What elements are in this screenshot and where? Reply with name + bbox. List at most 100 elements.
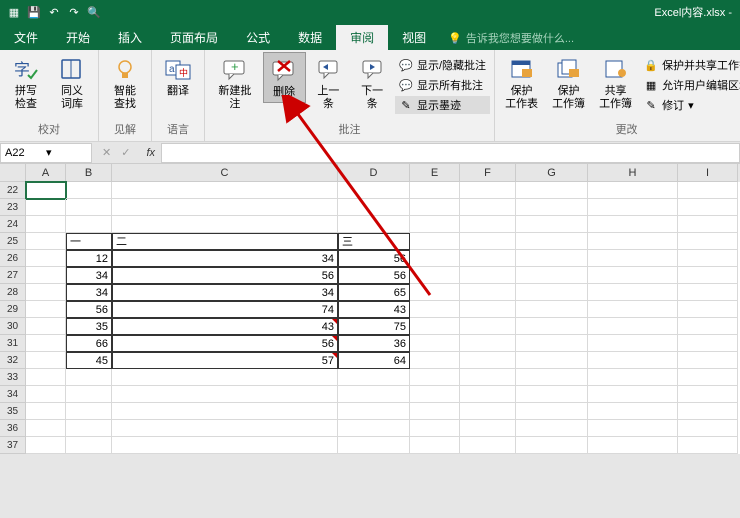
cell[interactable] [516,403,588,420]
cell[interactable] [66,386,112,403]
cell[interactable] [66,199,112,216]
cell[interactable]: 56 [338,250,410,267]
col-header-h[interactable]: H [588,164,678,182]
cell[interactable] [338,182,410,199]
cell[interactable]: 35 [66,318,112,335]
cell[interactable]: 66 [66,335,112,352]
cell[interactable]: 56 [338,267,410,284]
formula-bar[interactable] [161,143,740,163]
cell[interactable] [460,369,516,386]
redo-icon[interactable]: ↷ [66,4,82,20]
cell[interactable] [588,284,678,301]
select-all-corner[interactable] [0,164,26,182]
cancel-formula-icon[interactable]: ✕ [102,146,111,159]
cell[interactable] [588,335,678,352]
accept-formula-icon[interactable]: ✓ [121,146,130,159]
cell[interactable] [410,216,460,233]
cell[interactable] [66,437,112,454]
cell[interactable] [678,403,738,420]
cell[interactable]: 74 [112,301,338,318]
tab-data[interactable]: 数据 [284,25,336,50]
cell[interactable] [26,369,66,386]
chevron-down-icon[interactable]: ▾ [46,146,87,159]
col-header-c[interactable]: C [112,164,338,182]
cell[interactable] [66,182,112,199]
col-header-d[interactable]: D [338,164,410,182]
cell[interactable] [516,420,588,437]
tab-layout[interactable]: 页面布局 [156,25,232,50]
cell[interactable]: 56 [112,335,338,352]
track-changes-button[interactable]: ✎修订 ▾ [640,96,740,114]
cell[interactable]: 43 [338,301,410,318]
cell[interactable] [410,386,460,403]
undo-icon[interactable]: ↶ [46,4,62,20]
cell[interactable] [26,216,66,233]
thesaurus-button[interactable]: 同义词库 [50,52,94,114]
cell[interactable]: 34 [112,284,338,301]
cell[interactable] [460,420,516,437]
cell[interactable]: 64 [338,352,410,369]
cell[interactable] [516,335,588,352]
allow-ranges-button[interactable]: ▦允许用户编辑区域 [640,76,740,94]
cell[interactable] [338,369,410,386]
cell[interactable]: 43 [112,318,338,335]
cell[interactable] [26,386,66,403]
cell[interactable] [410,352,460,369]
cell[interactable] [410,335,460,352]
cell[interactable] [112,216,338,233]
cell[interactable]: 二 [112,233,338,250]
tab-insert[interactable]: 插入 [104,25,156,50]
cell[interactable] [410,284,460,301]
cell[interactable] [460,403,516,420]
cell[interactable] [678,199,738,216]
row-header[interactable]: 23 [0,199,26,216]
cell[interactable] [410,199,460,216]
tab-view[interactable]: 视图 [388,25,440,50]
cell[interactable] [66,216,112,233]
toggle-comment-button[interactable]: 💬显示/隐藏批注 [395,56,490,74]
cell[interactable] [516,437,588,454]
cell[interactable] [588,301,678,318]
cell[interactable] [678,386,738,403]
cell[interactable]: 一 [66,233,112,250]
name-box[interactable]: A22 ▾ [0,143,92,163]
cell[interactable] [678,437,738,454]
cell[interactable] [26,284,66,301]
cell[interactable] [112,199,338,216]
tab-review[interactable]: 审阅 [336,25,388,50]
cell[interactable] [66,403,112,420]
cell[interactable] [588,403,678,420]
cell[interactable] [26,250,66,267]
protect-workbook-button[interactable]: 保护 工作簿 [546,52,591,114]
row-header[interactable]: 37 [0,437,26,454]
share-workbook-button[interactable]: 共享 工作簿 [593,52,638,114]
next-comment-button[interactable]: 下一条 [351,52,393,114]
cell[interactable] [112,420,338,437]
cell[interactable] [26,420,66,437]
cell[interactable] [26,437,66,454]
cell[interactable] [588,233,678,250]
cell[interactable] [410,301,460,318]
cell[interactable] [516,199,588,216]
cell[interactable]: 65 [338,284,410,301]
spell-check-button[interactable]: 字 拼写检查 [4,52,48,114]
cell[interactable] [678,318,738,335]
fx-label[interactable]: fx [140,147,161,159]
row-header[interactable]: 36 [0,420,26,437]
translate-button[interactable]: a中 翻译 [156,52,200,101]
cell[interactable] [516,386,588,403]
row-header[interactable]: 22 [0,182,26,199]
cell[interactable] [678,216,738,233]
cell[interactable] [516,233,588,250]
cell[interactable] [112,182,338,199]
row-header[interactable]: 30 [0,318,26,335]
cell[interactable] [678,284,738,301]
col-header-a[interactable]: A [26,164,66,182]
smart-lookup-button[interactable]: 智能 查找 [103,52,147,114]
cell[interactable] [460,335,516,352]
cell[interactable] [26,335,66,352]
cell[interactable]: 36 [338,335,410,352]
cell[interactable] [338,386,410,403]
cell[interactable]: 45 [66,352,112,369]
cell[interactable] [678,352,738,369]
